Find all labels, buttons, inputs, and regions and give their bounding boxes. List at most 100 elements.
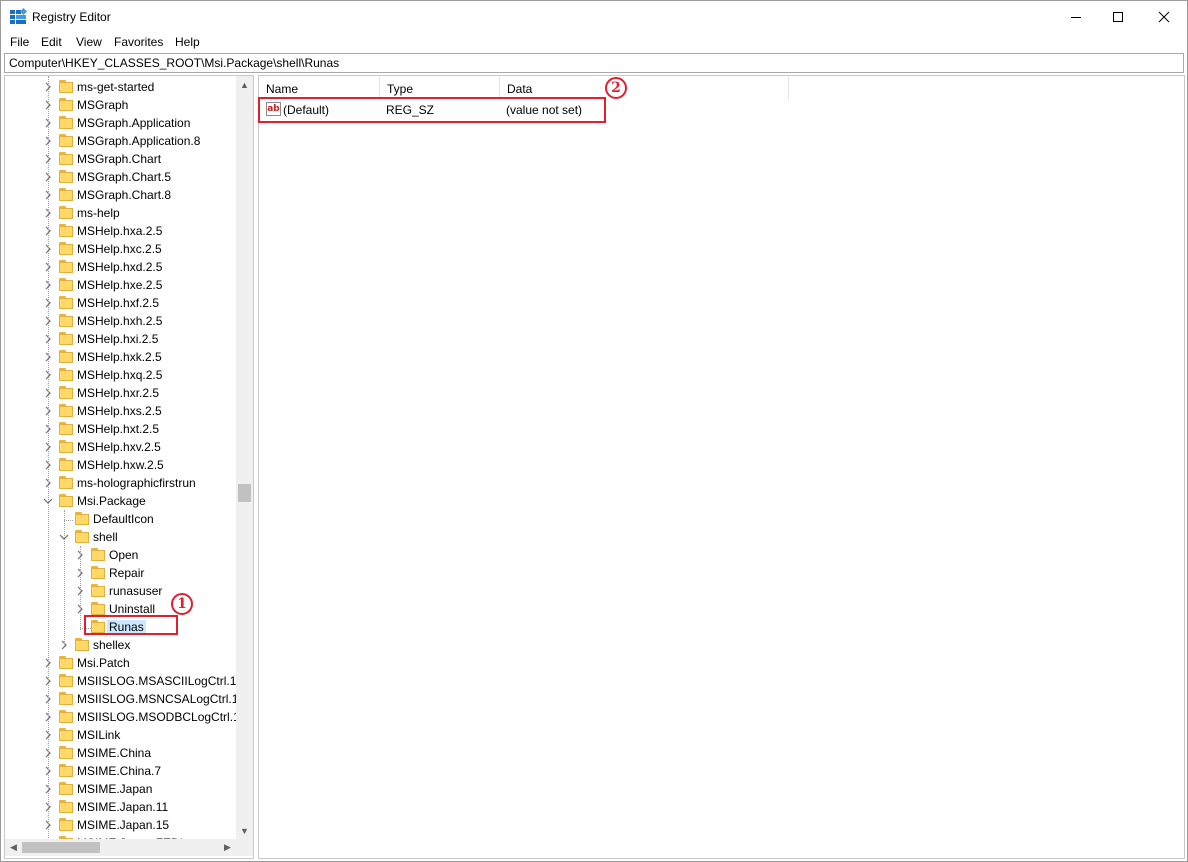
registry-editor-window: Registry Editor File Edit View Favorites… [0,0,1188,862]
tree-item-label: ms-get-started [77,80,155,94]
folder-icon [59,260,73,274]
menu-file[interactable]: File [10,35,29,49]
tree-item-msgraph-chart-8[interactable]: MSGraph.Chart.8 [5,186,235,204]
tree-vertical-scrollbar[interactable]: ▲ ▼ [236,76,253,839]
tree-item-label: MSHelp.hxi.2.5 [77,332,159,346]
tree-item-msgraph-application[interactable]: MSGraph.Application [5,114,235,132]
tree-item-msi-package[interactable]: Msi.Package [5,492,235,510]
tree-item-msime-japan-11[interactable]: MSIME.Japan.11 [5,798,235,816]
highlight-default-value [258,97,606,123]
step-marker-1: 1 [171,593,193,615]
values-pane[interactable]: Name Type Data ab (Default) REG_SZ (valu… [258,75,1185,859]
folder-icon [59,818,73,832]
tree-item-label: ms-help [77,206,120,220]
tree-item-label: Open [109,548,139,562]
minimize-icon [1071,17,1081,18]
tree-item-label: MSGraph.Application.8 [77,134,201,148]
tree-item-shell[interactable]: shell [5,528,235,546]
tree-item-runasuser[interactable]: runasuser [5,582,235,600]
tree-vertical-scroll-thumb[interactable] [238,484,251,502]
tree-item-msgraph-chart-5[interactable]: MSGraph.Chart.5 [5,168,235,186]
scroll-up-arrow-icon[interactable]: ▲ [236,76,253,93]
menu-help[interactable]: Help [175,35,200,49]
tree-item-msiislog-msasciilogctrl-1[interactable]: MSIISLOG.MSASCIILogCtrl.1 [5,672,236,690]
tree-item-mshelp-hxt-2-5[interactable]: MSHelp.hxt.2.5 [5,420,235,438]
tree-item-mshelp-hxh-2-5[interactable]: MSHelp.hxh.2.5 [5,312,235,330]
tree-item-msime-china[interactable]: MSIME.China [5,744,235,762]
folder-icon [59,242,73,256]
tree-item-ms-holographicfirstrun[interactable]: ms-holographicfirstrun [5,474,235,492]
tree-horizontal-scrollbar[interactable]: ◀ ▶ [5,839,236,856]
menu-edit[interactable]: Edit [41,35,62,49]
menu-view[interactable]: View [76,35,102,49]
tree-item-ms-get-started[interactable]: ms-get-started [5,78,235,96]
folder-icon [91,566,105,580]
tree-item-mshelp-hxq-2-5[interactable]: MSHelp.hxq.2.5 [5,366,235,384]
folder-icon [59,170,73,184]
folder-icon [59,332,73,346]
tree-item-msgraph-application-8[interactable]: MSGraph.Application.8 [5,132,235,150]
tree-item-label: MSHelp.hxs.2.5 [77,404,162,418]
tree-item-mshelp-hxa-2-5[interactable]: MSHelp.hxa.2.5 [5,222,235,240]
tree-item-mshelp-hxw-2-5[interactable]: MSHelp.hxw.2.5 [5,456,235,474]
tree-item-label: shell [93,530,118,544]
tree-connector-line [64,520,73,521]
tree-item-mshelp-hxr-2-5[interactable]: MSHelp.hxr.2.5 [5,384,235,402]
folder-icon [59,728,73,742]
tree-item-label: MSHelp.hxh.2.5 [77,314,163,328]
tree-item-label: MSHelp.hxq.2.5 [77,368,163,382]
tree-item-ms-help[interactable]: ms-help [5,204,235,222]
tree-item-msgraph[interactable]: MSGraph [5,96,235,114]
tree-item-shellex[interactable]: shellex [5,636,235,654]
tree-item-repair[interactable]: Repair [5,564,235,582]
tree-item-label: MSGraph.Chart.8 [77,188,172,202]
tree-item-msime-japan-15[interactable]: MSIME.Japan.15 [5,816,235,834]
tree-item-defaulticon[interactable]: DefaultIcon [5,510,235,528]
address-bar[interactable]: Computer\HKEY_CLASSES_ROOT\Msi.Package\s… [4,53,1184,73]
folder-icon [59,404,73,418]
tree-horizontal-scroll-thumb[interactable] [22,842,100,853]
tree-item-mshelp-hxf-2-5[interactable]: MSHelp.hxf.2.5 [5,294,235,312]
folder-icon [75,530,89,544]
tree-item-mshelp-hxd-2-5[interactable]: MSHelp.hxd.2.5 [5,258,235,276]
close-button[interactable] [1141,1,1187,33]
tree-item-label: MSGraph.Chart.5 [77,170,172,184]
folder-icon [91,584,105,598]
tree-item-open[interactable]: Open [5,546,235,564]
tree-item-msilink[interactable]: MSILink [5,726,235,744]
menu-favorites[interactable]: Favorites [114,35,163,49]
tree-item-label: MSIME.Japan.15 [77,818,170,832]
tree-item-msiislog-msncsalogctrl-1[interactable]: MSIISLOG.MSNCSALogCtrl.1 [5,690,239,708]
tree-item-msime-japan[interactable]: MSIME.Japan [5,780,235,798]
scroll-left-arrow-icon[interactable]: ◀ [5,839,22,856]
scroll-right-arrow-icon[interactable]: ▶ [219,839,236,856]
tree-item-mshelp-hxs-2-5[interactable]: MSHelp.hxs.2.5 [5,402,235,420]
tree-item-msime-china-7[interactable]: MSIME.China.7 [5,762,235,780]
scroll-corner [236,839,253,856]
tree-item-label: MSIISLOG.MSNCSALogCtrl.1 [77,692,239,706]
minimize-button[interactable] [1053,1,1099,33]
tree-item-label: runasuser [109,584,163,598]
folder-icon [59,224,73,238]
tree-item-msiislog-msodbclogctrl-1[interactable]: MSIISLOG.MSODBCLogCtrl.1 [5,708,240,726]
tree-item-mshelp-hxk-2-5[interactable]: MSHelp.hxk.2.5 [5,348,235,366]
tree-item-label: Uninstall [109,602,156,616]
folder-icon [91,602,105,616]
tree-item-mshelp-hxc-2-5[interactable]: MSHelp.hxc.2.5 [5,240,235,258]
tree-item-mshelp-hxv-2-5[interactable]: MSHelp.hxv.2.5 [5,438,235,456]
tree-item-msgraph-chart[interactable]: MSGraph.Chart [5,150,235,168]
key-tree-pane[interactable]: ms-get-started MSGraph MSGraph.Application… [4,75,254,859]
folder-icon [59,152,73,166]
folder-icon [59,386,73,400]
highlight-runas-key [84,615,178,635]
folder-icon [59,314,73,328]
tree-item-label: MSHelp.hxt.2.5 [77,422,160,436]
maximize-icon [1113,12,1123,22]
tree-item-mshelp-hxi-2-5[interactable]: MSHelp.hxi.2.5 [5,330,235,348]
tree-item-label: MSIISLOG.MSODBCLogCtrl.1 [77,710,240,724]
title-bar: Registry Editor [1,1,1187,33]
tree-item-mshelp-hxe-2-5[interactable]: MSHelp.hxe.2.5 [5,276,235,294]
scroll-down-arrow-icon[interactable]: ▼ [236,822,253,839]
tree-item-msi-patch[interactable]: Msi.Patch [5,654,235,672]
maximize-button[interactable] [1095,1,1141,33]
